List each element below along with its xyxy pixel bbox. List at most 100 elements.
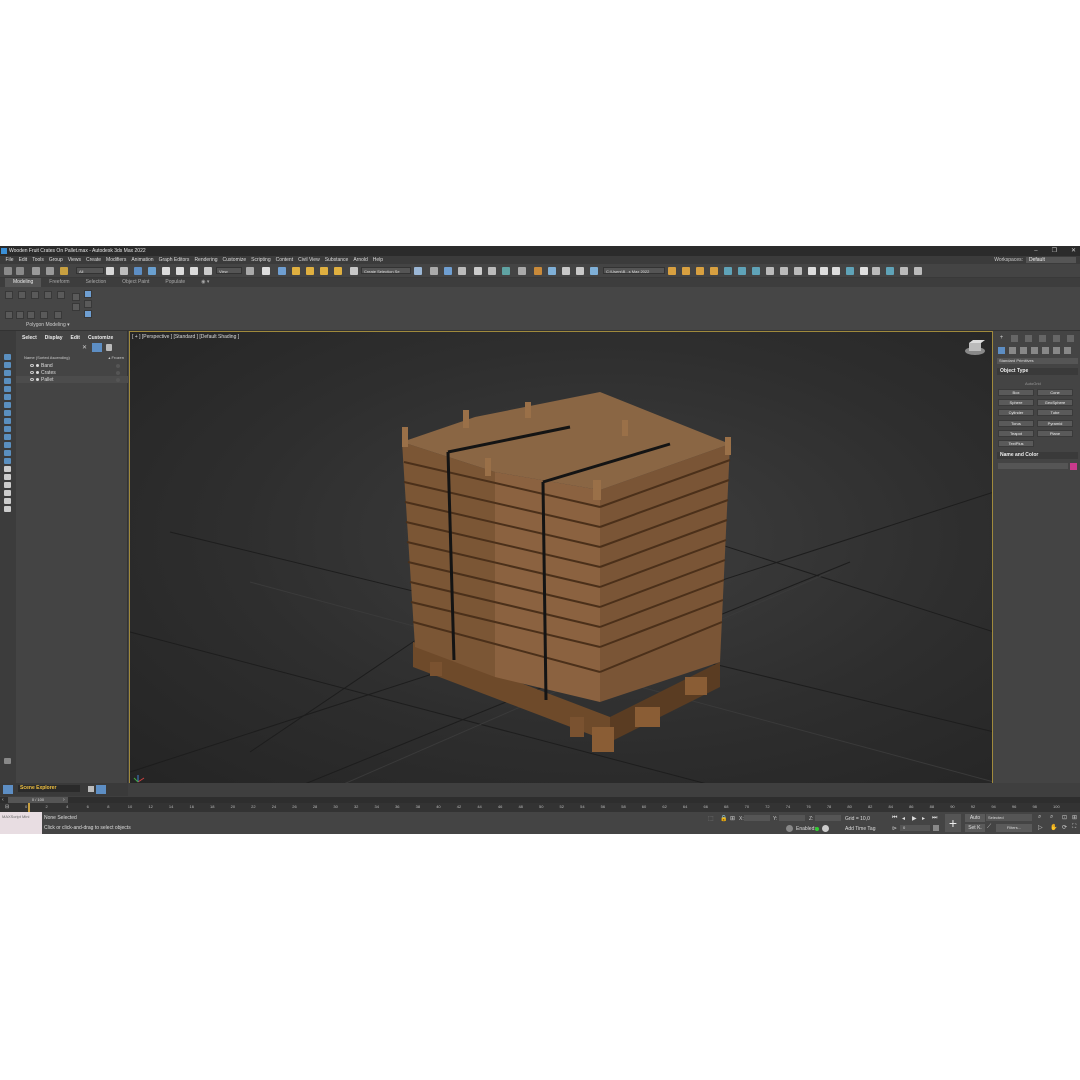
go-to-end-icon[interactable]: ⏭ [932, 815, 937, 822]
ribbon-panel-label[interactable]: Polygon Modeling ▾ [26, 322, 70, 328]
arnold-teapot-icon[interactable] [914, 267, 922, 275]
visibility-eye-icon[interactable] [30, 378, 34, 381]
tab-populate[interactable]: Populate [157, 278, 193, 287]
tab-modeling[interactable]: Modeling [5, 278, 42, 287]
menu-scripting[interactable]: Scripting [249, 257, 273, 263]
time-config-icon[interactable] [933, 825, 939, 831]
explorer-options-icon[interactable] [96, 785, 106, 794]
workspace-dropdown[interactable]: Default [1026, 257, 1076, 263]
filter-none-icon[interactable] [4, 458, 11, 464]
plane-button[interactable]: Plane [1037, 430, 1073, 437]
geosphere-button[interactable]: GeoSphere [1037, 399, 1073, 406]
name-and-color-rollout[interactable]: Name and Color [997, 452, 1078, 459]
tab-freeform[interactable]: Freeform [41, 278, 77, 287]
pyramid-button[interactable]: Pyramid [1037, 420, 1073, 427]
a360-gallery-icon[interactable] [590, 267, 598, 275]
modify-tab-icon[interactable] [1011, 335, 1018, 342]
collapse-icon[interactable] [4, 506, 11, 512]
arnold-object-icon[interactable] [820, 267, 828, 275]
filter-helpers-icon[interactable] [4, 386, 11, 392]
snaps-toggle-icon[interactable] [292, 267, 300, 275]
zoom-extents-all-icon[interactable]: ⊞ [1072, 814, 1077, 821]
previous-frame-icon[interactable]: ◂ [902, 815, 905, 822]
maxscript-listener[interactable]: MAXScript Mini [0, 812, 42, 834]
scale-icon[interactable] [190, 267, 198, 275]
filter-hidden-icon[interactable] [4, 442, 11, 448]
cone-button[interactable]: Cone [1037, 389, 1073, 396]
maximize-viewport-icon[interactable]: ⛶ [1072, 824, 1076, 831]
mini-curve-icon[interactable]: ⊟ [5, 804, 9, 810]
object-color-swatch[interactable] [1070, 463, 1077, 470]
hierarchy-tab-icon[interactable] [1025, 335, 1032, 342]
sort-icon[interactable] [4, 482, 11, 488]
ribbon-tool-11-icon[interactable] [5, 311, 13, 319]
se-menu-customize[interactable]: Customize [88, 335, 113, 341]
adaptive-degradation-icon[interactable] [786, 825, 793, 832]
go-to-start-icon[interactable]: ⏮ [892, 815, 897, 822]
arnold-settings-icon[interactable] [872, 267, 880, 275]
column-frozen-header[interactable]: ▴ Frozen [108, 355, 124, 361]
named-selection-set-dropdown[interactable]: Create Selection Se [361, 267, 411, 274]
ribbon-tool-2-icon[interactable] [18, 291, 26, 299]
menu-modifiers[interactable]: Modifiers [104, 257, 129, 263]
visibility-eye-icon[interactable] [30, 371, 34, 374]
menu-substance[interactable]: Substance [322, 257, 351, 263]
list-item[interactable]: Crates [16, 369, 128, 376]
arnold-light-icon[interactable] [752, 267, 760, 275]
keyboard-shortcut-override-icon[interactable] [278, 267, 286, 275]
arnold-render-view-icon[interactable] [832, 267, 840, 275]
arnold-render-icon[interactable] [724, 267, 732, 275]
list-item[interactable]: Band [16, 362, 128, 369]
menu-help[interactable]: Help [370, 257, 385, 263]
next-frame-icon[interactable]: ▸ [922, 815, 925, 822]
maximize-button[interactable]: ❐ [1052, 246, 1057, 256]
z-coordinate-field[interactable] [815, 815, 841, 821]
zoom-icon[interactable]: ⌕ [1038, 814, 1041, 821]
track-bar[interactable]: ⊟ 0 2 4 6 8 10 12 14 16 18 20 22 24 26 28 30 32 34 36 38 40 4… [0, 803, 1080, 812]
folder-settings-icon[interactable] [710, 267, 718, 275]
spinner-snap-icon[interactable] [334, 267, 342, 275]
filter-lights-icon[interactable] [4, 370, 11, 376]
expand-panel-icon[interactable] [4, 758, 11, 764]
ribbon-options-icon[interactable]: ◉ ▾ [193, 278, 217, 287]
funnel-icon[interactable] [4, 490, 11, 496]
window-crossing-icon[interactable] [148, 267, 156, 275]
layer-explorer-icon[interactable] [458, 267, 466, 275]
enabled-indicator[interactable] [815, 827, 819, 831]
time-tag-icon[interactable] [822, 825, 829, 832]
ribbon-tool-5-icon[interactable] [57, 291, 65, 299]
menu-animation[interactable]: Animation [129, 257, 156, 263]
shapes-icon[interactable] [1009, 347, 1016, 354]
y-coordinate-field[interactable] [779, 815, 805, 821]
filter-invert-icon[interactable] [4, 466, 11, 472]
box-button[interactable]: Box [998, 389, 1034, 396]
move-icon[interactable] [162, 267, 170, 275]
se-menu-select[interactable]: Select [22, 335, 37, 341]
project-folder-icon[interactable] [682, 267, 690, 275]
display-tab-icon[interactable] [1053, 335, 1060, 342]
select-manipulate-icon[interactable] [262, 267, 270, 275]
add-time-tag[interactable]: Add Time Tag [845, 826, 875, 832]
filter-shapes-icon[interactable] [4, 362, 11, 368]
placement-icon[interactable] [204, 267, 212, 275]
layers-icon[interactable] [88, 786, 94, 792]
se-menu-display[interactable]: Display [45, 335, 63, 341]
ribbon-tool-9-icon[interactable] [84, 300, 92, 308]
fov-icon[interactable]: ▷ [1038, 824, 1043, 831]
funnel-filter-icon[interactable] [92, 343, 102, 352]
zoom-all-icon[interactable]: ⌕ [1050, 814, 1053, 821]
ribbon-tool-12-icon[interactable] [16, 311, 24, 319]
geometry-icon[interactable] [998, 347, 1005, 354]
teapot-button[interactable]: Teapot [998, 430, 1034, 437]
x-coordinate-field[interactable] [744, 815, 770, 821]
tab-selection[interactable]: Selection [78, 278, 115, 287]
ribbon-tool-3-icon[interactable] [31, 291, 39, 299]
schematic-view-icon[interactable] [502, 267, 510, 275]
link-icon[interactable] [32, 267, 40, 275]
ribbon-tool-7-icon[interactable] [72, 303, 80, 311]
object-type-rollout[interactable]: Object Type [997, 368, 1078, 375]
rotate-icon[interactable] [176, 267, 184, 275]
filter-geometry-icon[interactable] [4, 354, 11, 360]
menu-edit[interactable]: Edit [16, 257, 30, 263]
filter-all-icon[interactable] [4, 450, 11, 456]
